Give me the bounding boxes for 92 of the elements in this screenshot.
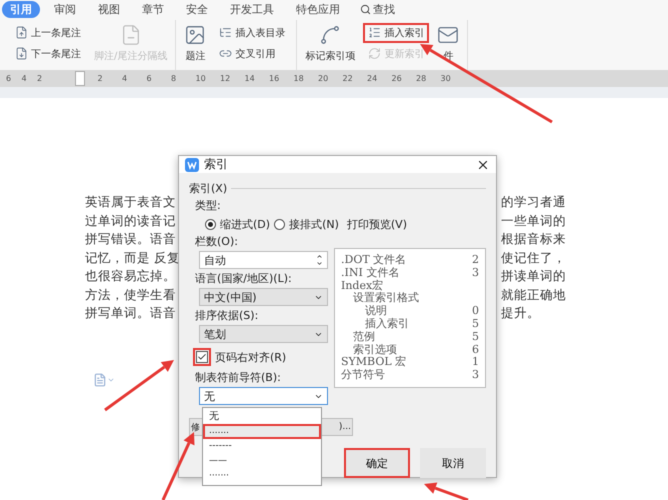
- checkbox-label: 页码右对齐(R): [215, 350, 286, 364]
- list-tree-icon: [219, 26, 232, 39]
- page-down-icon: [15, 47, 28, 60]
- dropdown-field[interactable]: 笔划: [199, 325, 328, 343]
- ruler-number: 2: [37, 74, 44, 83]
- ruler-number: 12: [220, 74, 232, 83]
- preview-entry: 插入索引 5: [364, 318, 479, 331]
- ribbon-button[interactable]: 标记索引项: [303, 20, 358, 70]
- refresh-icon: [368, 47, 382, 60]
- radio-button[interactable]: [205, 219, 216, 230]
- ruler-number: 26: [392, 74, 403, 83]
- paragraph-line: 过单词的读音记: [85, 212, 177, 230]
- dialog-title: 索引: [204, 156, 229, 173]
- down-icon: [316, 260, 323, 267]
- print-preview-label: 打印预览(V): [346, 217, 407, 232]
- dropdown-option[interactable]: .......: [203, 424, 321, 439]
- paragraph-line: 也很容易忘掉。: [85, 267, 177, 285]
- list-icon: [368, 26, 382, 39]
- menu-tab[interactable]: 审阅: [46, 0, 84, 18]
- preview-entry: .DOT 文件名 2: [341, 254, 479, 266]
- ruler-number: 30: [440, 74, 452, 83]
- ruler-number: 18: [294, 74, 305, 83]
- spin-field[interactable]: 自动: [199, 251, 328, 269]
- mail-icon: [437, 24, 460, 46]
- paragraph-line: 根据音标来: [501, 230, 566, 248]
- field-label: 语言(国家/地区)(L):: [195, 272, 293, 286]
- search-icon: [360, 4, 371, 14]
- ruler-number: 8: [171, 74, 178, 83]
- paragraph-line: 提升。: [501, 304, 541, 322]
- ruler-number: 24: [367, 74, 378, 83]
- dropdown-field[interactable]: 中文(中国): [199, 288, 328, 306]
- preview-entry: 索引选项 6: [352, 344, 479, 356]
- ribbon-button[interactable]: 题注: [182, 20, 208, 70]
- checkbox-square[interactable]: [196, 351, 208, 363]
- dialog-button[interactable]: 取消: [420, 448, 486, 478]
- annotation-arrow: [424, 482, 469, 500]
- paragraph-line: 使记住了，: [501, 248, 566, 266]
- menu-tab[interactable]: 开发工具: [222, 0, 282, 18]
- ribbon-button[interactable]: 交叉引用: [214, 44, 290, 64]
- ruler-number: 16: [269, 74, 280, 83]
- ruler-number: 14: [244, 74, 256, 83]
- up-icon: [316, 253, 323, 260]
- dropdown-field[interactable]: 无: [199, 387, 328, 405]
- ruler-number: 4: [122, 74, 128, 83]
- annotation-arrow: [104, 360, 174, 412]
- ribbon-button[interactable]: 下一条尾注: [10, 44, 86, 64]
- field-label: 排序依据(S):: [195, 309, 260, 323]
- paragraph-line: 英语属于表音文: [85, 193, 177, 211]
- paragraph-line: 方法，使学生看: [85, 286, 177, 304]
- radio-label: 接排式(N): [289, 217, 339, 232]
- ruler-number: 20: [318, 74, 330, 83]
- ruler-number: 6: [6, 74, 12, 83]
- preview-entry: SYMBOL 宏 1: [341, 356, 479, 369]
- preview-entry: 说明 0: [364, 305, 479, 318]
- image-icon: [184, 24, 206, 46]
- ruler-number: 6: [146, 74, 153, 83]
- paragraph-line: 拼写错误。语音: [85, 230, 177, 248]
- checkbox[interactable]: [193, 348, 211, 366]
- paragraph-line: 就能正确地: [501, 286, 566, 304]
- radio-button[interactable]: [274, 219, 286, 230]
- ribbon-button[interactable]: 插入索引: [363, 22, 430, 42]
- ruler-number: 10: [196, 74, 207, 83]
- paragraph-line: 拼写单词。语音: [85, 304, 177, 322]
- field-label: 制表符前导符(B):: [195, 371, 282, 385]
- menu-tab[interactable]: 章节: [134, 0, 172, 18]
- field-label: 栏数(O):: [195, 235, 239, 249]
- paragraph-line: 拼读单词的: [501, 267, 566, 285]
- search-button[interactable]: 查找: [354, 2, 401, 16]
- dialog-button[interactable]: 确定: [344, 448, 410, 478]
- ribbon-button[interactable]: 插入表目录: [214, 22, 290, 42]
- preview-entry: .INI 文件名 3: [341, 266, 479, 280]
- ruler-number: 2: [98, 74, 104, 83]
- preview-entry: 设置索引格式: [352, 292, 420, 305]
- menu-tab[interactable]: 安全: [178, 0, 216, 18]
- menu-tab[interactable]: 特色应用: [288, 0, 348, 18]
- ruler-number: 22: [342, 74, 354, 83]
- preview-entry: 分节符号 3: [341, 369, 479, 382]
- radio-label: 缩进式(D): [220, 217, 270, 232]
- preview-entry: Index宏: [341, 280, 384, 292]
- paragraph-line: 记忆，而是 反复: [85, 248, 178, 266]
- ruler-number: 28: [416, 74, 428, 83]
- preview-entry: 范例 5: [352, 330, 479, 344]
- ribbon-button[interactable]: 上一条尾注: [10, 22, 86, 42]
- paragraph-line: 一些单词的: [501, 212, 566, 230]
- indent-marker[interactable]: [74, 71, 84, 86]
- paragraph-line: 的学习者通: [501, 193, 566, 211]
- menu-tab[interactable]: 视图: [90, 0, 128, 18]
- field-label: 类型:: [195, 199, 222, 213]
- ruler-number: 4: [22, 74, 28, 83]
- annotation-arrow: [162, 432, 194, 500]
- page-up-icon: [15, 26, 28, 39]
- group-label: 索引(X): [189, 181, 228, 196]
